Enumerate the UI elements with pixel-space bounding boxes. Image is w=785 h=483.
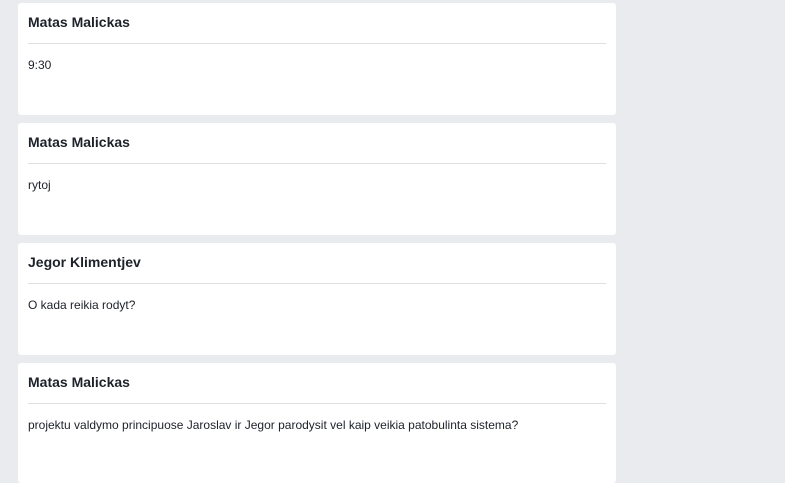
comment-divider <box>28 163 606 164</box>
comment-card: Matas Malickas projektu valdymo principu… <box>18 363 616 483</box>
comment-message: rytoj <box>28 178 51 192</box>
comment-message: 9:30 <box>28 58 52 72</box>
comment-divider <box>28 403 606 404</box>
comments-feed: Matas Malickas 9:30 Matas Malickas rytoj… <box>0 0 785 483</box>
comment-message: projektu valdymo principuose Jaroslav ir… <box>28 418 519 432</box>
comment-card: Jegor Klimentjev O kada reikia rodyt? <box>18 243 616 355</box>
comment-message: O kada reikia rodyt? <box>28 298 136 312</box>
comment-card: Matas Malickas rytoj <box>18 123 616 235</box>
comment-divider <box>28 283 606 284</box>
comment-divider <box>28 43 606 44</box>
comment-author[interactable]: Jegor Klimentjev <box>28 254 141 271</box>
comment-author[interactable]: Matas Malickas <box>28 134 130 151</box>
comment-card: Matas Malickas 9:30 <box>18 3 616 115</box>
comment-author[interactable]: Matas Malickas <box>28 374 130 391</box>
comment-author[interactable]: Matas Malickas <box>28 14 130 31</box>
